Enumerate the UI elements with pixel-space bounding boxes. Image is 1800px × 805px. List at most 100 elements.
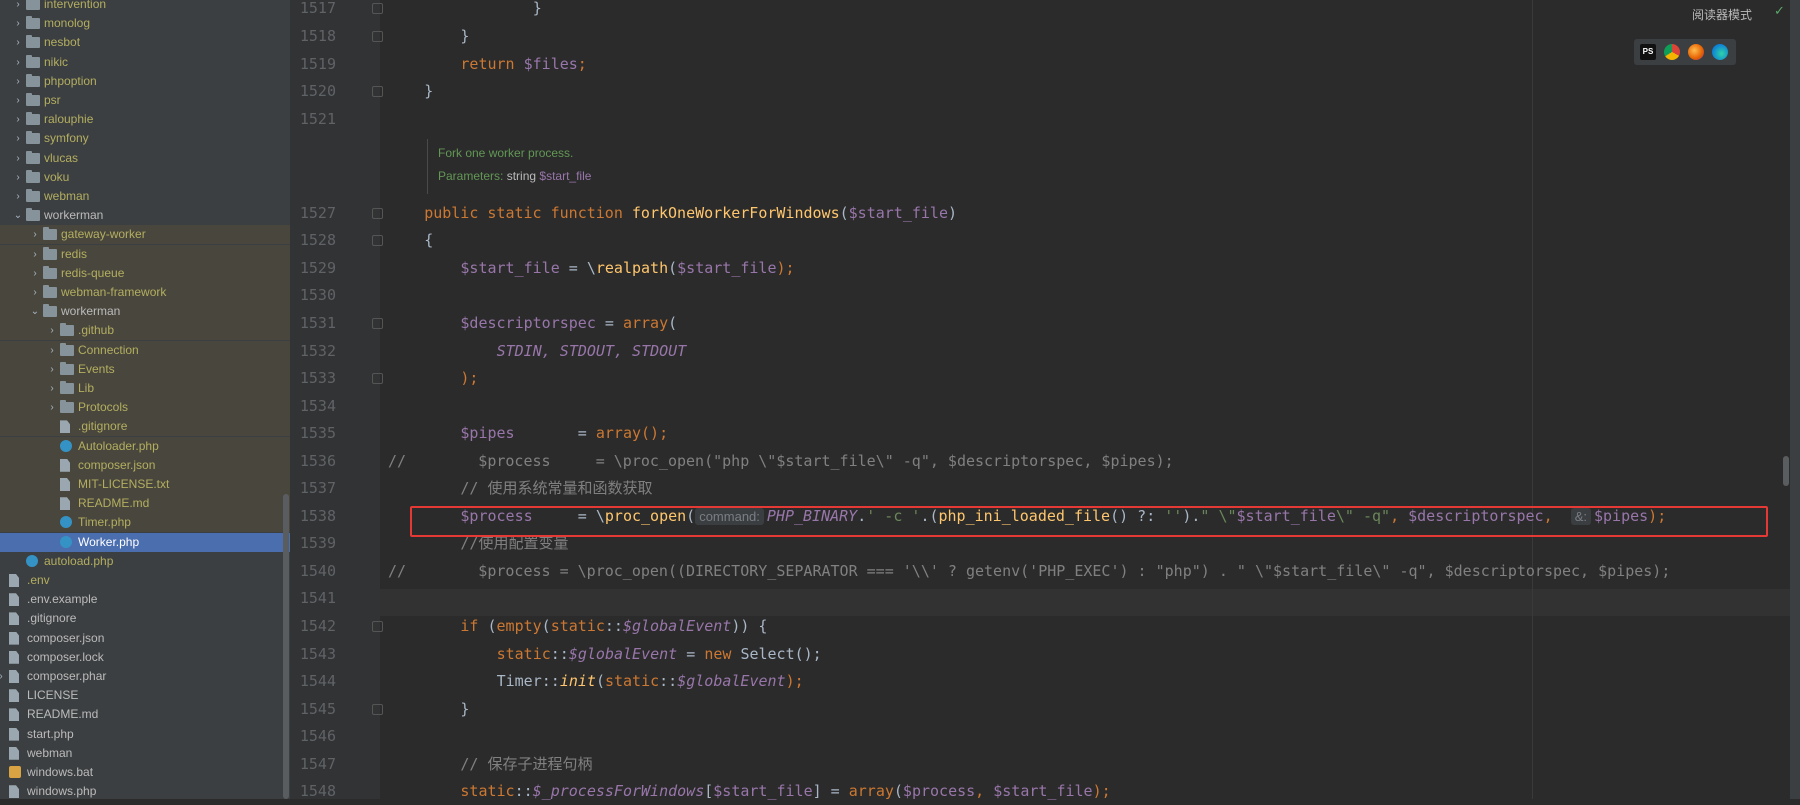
chevron-right-icon[interactable]: › <box>12 129 24 148</box>
tree-item[interactable]: ⌄ workerman <box>0 206 290 225</box>
tree-item[interactable]: windows.php <box>0 782 290 799</box>
tree-item[interactable]: MIT-LICENSE.txt <box>0 475 290 494</box>
code-line[interactable]: $descriptorspec = array( <box>460 310 677 337</box>
phpstorm-icon[interactable]: PS <box>1640 44 1656 60</box>
fold-marker-icon[interactable] <box>372 621 383 633</box>
tree-item[interactable]: › nesbot <box>0 33 290 52</box>
code-line[interactable]: } <box>533 0 542 22</box>
code-line[interactable]: Timer::init(static::$globalEvent); <box>497 668 804 695</box>
chevron-right-icon[interactable]: › <box>46 398 58 417</box>
tree-item[interactable]: README.md <box>0 494 290 514</box>
chevron-right-icon[interactable]: › <box>0 667 7 686</box>
tree-item[interactable]: › voku <box>0 168 290 187</box>
reader-mode-button[interactable]: 阅读器模式 <box>1692 6 1752 23</box>
code-line[interactable]: } <box>424 78 433 105</box>
chevron-right-icon[interactable]: › <box>12 149 24 168</box>
chevron-right-icon[interactable]: › <box>46 321 58 340</box>
tree-item[interactable]: › monolog <box>0 14 290 33</box>
fold-marker-icon[interactable] <box>372 30 383 42</box>
chevron-right-icon[interactable]: › <box>12 33 24 52</box>
tree-item[interactable]: .gitignore <box>0 609 290 628</box>
tree-item[interactable]: composer.lock <box>0 648 290 667</box>
fold-marker-icon[interactable] <box>372 373 383 385</box>
chevron-right-icon[interactable]: › <box>46 360 58 379</box>
tree-item[interactable]: › phpoption <box>0 72 290 91</box>
tree-item[interactable]: .gitignore <box>0 417 290 437</box>
editor-scrollbar[interactable] <box>1783 456 1789 486</box>
tree-item[interactable]: › webman <box>0 187 290 206</box>
tree-item[interactable]: windows.bat <box>0 763 290 782</box>
tree-item[interactable]: › .github <box>0 321 290 341</box>
code-line[interactable]: $start_file = \realpath($start_file); <box>460 255 794 282</box>
tree-item[interactable]: › intervention <box>0 0 290 14</box>
tree-item[interactable]: autoload.php <box>0 552 290 571</box>
fold-marker-icon[interactable] <box>372 317 383 329</box>
code-line[interactable]: return $files; <box>460 51 586 78</box>
tree-item[interactable]: › symfony <box>0 129 290 148</box>
chevron-right-icon[interactable]: › <box>12 110 24 129</box>
tree-item[interactable]: webman <box>0 744 290 763</box>
tree-item[interactable]: .env <box>0 571 290 590</box>
code-line[interactable]: // 保存子进程句柄 <box>460 751 592 778</box>
code-line[interactable]: static::$_processForWindows[$start_file]… <box>460 778 1110 805</box>
code-line[interactable]: // $process = \proc_open((DIRECTORY_SEPA… <box>388 558 1670 585</box>
tree-item[interactable]: › composer.phar <box>0 667 290 686</box>
fold-marker-icon[interactable] <box>372 703 383 715</box>
tree-item[interactable]: › Lib <box>0 379 290 398</box>
fold-marker-icon[interactable] <box>372 235 383 247</box>
tree-item[interactable]: README.md <box>0 705 290 724</box>
code-line[interactable]: // $process = \proc_open("php \"$start_f… <box>388 448 1174 475</box>
chevron-right-icon[interactable]: › <box>12 0 24 14</box>
tree-item[interactable]: composer.json <box>0 629 290 648</box>
tree-item[interactable]: composer.json <box>0 455 290 475</box>
fold-marker-icon[interactable] <box>372 86 383 98</box>
chevron-right-icon[interactable]: › <box>29 225 41 244</box>
tree-item[interactable]: › nikic <box>0 53 290 72</box>
tree-item[interactable]: ⌄ workerman <box>0 302 290 322</box>
tree-item[interactable]: › webman-framework <box>0 283 290 302</box>
code-line[interactable]: if (empty(static::$globalEvent)) { <box>460 613 767 640</box>
chrome-icon[interactable] <box>1664 44 1680 60</box>
code-line[interactable]: } <box>460 696 469 723</box>
chevron-right-icon[interactable]: › <box>12 14 24 33</box>
chevron-right-icon[interactable]: › <box>12 91 24 110</box>
chevron-right-icon[interactable]: › <box>29 245 41 264</box>
tree-item[interactable]: .env.example <box>0 590 290 609</box>
tree-item[interactable]: › ralouphie <box>0 110 290 129</box>
tree-item[interactable]: Timer.php <box>0 513 290 533</box>
tree-item[interactable]: › vlucas <box>0 149 290 168</box>
edge-icon[interactable] <box>1712 44 1728 60</box>
tree-item[interactable]: › psr <box>0 91 290 110</box>
code-line[interactable]: static::$globalEvent = new Select(); <box>497 641 822 668</box>
code-line[interactable]: // 使用系统常量和函数获取 <box>460 475 652 502</box>
chevron-right-icon[interactable]: › <box>12 187 24 206</box>
chevron-right-icon[interactable]: › <box>12 53 24 72</box>
chevron-right-icon[interactable]: › <box>46 379 58 398</box>
code-line[interactable]: } <box>460 23 469 50</box>
code-line[interactable]: public static function forkOneWorkerForW… <box>424 200 957 227</box>
chevron-right-icon[interactable]: › <box>12 72 24 91</box>
tree-item[interactable]: › gateway-worker <box>0 225 290 245</box>
code-line[interactable]: { <box>424 227 433 254</box>
fold-marker-icon[interactable] <box>372 3 383 15</box>
chevron-right-icon[interactable]: › <box>46 341 58 360</box>
tree-item[interactable]: › Connection <box>0 340 290 360</box>
tree-item[interactable]: LICENSE <box>0 686 290 705</box>
chevron-right-icon[interactable]: › <box>29 283 41 302</box>
chevron-right-icon[interactable]: › <box>12 168 24 187</box>
tree-item[interactable]: › Protocols <box>0 398 290 418</box>
tree-item[interactable]: › Events <box>0 359 290 379</box>
tree-item[interactable]: › redis <box>0 244 290 264</box>
code-line[interactable]: STDIN, STDOUT, STDOUT <box>497 338 687 365</box>
tree-item[interactable]: start.php <box>0 725 290 744</box>
code-line[interactable]: $pipes = array(); <box>460 420 668 447</box>
tree-item[interactable]: Autoloader.php <box>0 436 290 456</box>
code-line[interactable]: ); <box>460 365 478 392</box>
tree-item[interactable]: Worker.php <box>0 532 290 552</box>
sidebar-scrollbar[interactable] <box>283 494 289 799</box>
firefox-icon[interactable] <box>1688 44 1704 60</box>
tree-item[interactable]: › redis-queue <box>0 263 290 283</box>
chevron-down-icon[interactable]: ⌄ <box>12 206 24 225</box>
chevron-right-icon[interactable]: › <box>29 264 41 283</box>
chevron-down-icon[interactable]: ⌄ <box>29 302 41 321</box>
